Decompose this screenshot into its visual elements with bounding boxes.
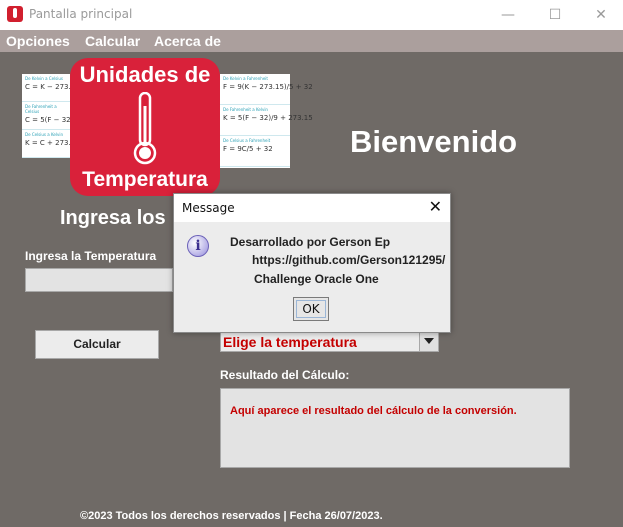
dialog-line-challenge: Challenge Oracle One (254, 272, 379, 286)
result-area: Aquí aparece el resultado del cálculo de… (220, 388, 570, 468)
dialog-body: i Desarrollado por Gerson Ep https://git… (174, 222, 450, 332)
dialog-title: Message (182, 201, 235, 215)
temperature-label: Ingresa la Temperatura (25, 249, 157, 263)
chevron-down-icon[interactable] (419, 331, 438, 351)
result-text: Aquí aparece el resultado del cálculo de… (230, 405, 517, 417)
formula-item: De Kelvin a Celsius C = K − 273.15 (22, 74, 80, 102)
formula-text: C = K − 273.15 (25, 83, 80, 91)
formula-item: De Fahrenheit a Kelvin K = 5(F − 32)/9 + … (220, 105, 313, 136)
app-thermometer-icon (7, 6, 23, 22)
temperature-logo: Unidades de Temperatura (70, 58, 220, 196)
formula-item: De Kelvin a Fahrenheit F = 9(K − 273.15)/… (220, 74, 313, 105)
footer-copyright: ©2023 Todos los derechos reservados | Fe… (80, 510, 383, 522)
temperature-input[interactable] (25, 268, 173, 292)
formula-text: C = 5(F − 32) / 9 (25, 116, 85, 124)
minimize-button[interactable]: — (485, 0, 531, 30)
dialog-line-url: https://github.com/Gerson121295/ (252, 253, 446, 267)
select-value: Elige la temperatura (223, 334, 357, 350)
formula-text: K = 5(F − 32)/9 + 273.15 (223, 114, 313, 122)
menu-calcular[interactable]: Calcular (85, 33, 140, 49)
close-button[interactable]: ✕ (578, 0, 623, 30)
result-label: Resultado del Cálculo: (220, 368, 350, 382)
formula-heading: De Kelvin a Fahrenheit (223, 76, 268, 81)
formula-heading: De Celsius a Kelvin (25, 132, 63, 137)
welcome-heading: Bienvenido (350, 124, 518, 159)
logo-title-bottom: Temperatura (82, 168, 208, 191)
menu-opciones[interactable]: Opciones (6, 33, 70, 49)
formula-item: De Celsius a Kelvin K = C + 273.15 (22, 130, 80, 158)
formula-text: F = 9(K − 273.15)/5 + 32 (223, 83, 313, 91)
formula-text: K = C + 273.15 (25, 139, 80, 147)
formula-heading: De Kelvin a Celsius (25, 76, 63, 81)
formula-item: De Celsius a Fahrenheit F = 9C/5 + 32 (220, 136, 290, 167)
formula-item: De Fahrenheit a Celsius C = 5(F − 32) / 9 (22, 102, 85, 130)
maximize-button[interactable]: ☐ (532, 0, 578, 30)
message-dialog: Message ✕ i Desarrollado por Gerson Ep h… (173, 193, 451, 333)
calculate-button[interactable]: Calcular (35, 330, 159, 359)
temperature-type-select[interactable]: Elige la temperatura (220, 330, 439, 352)
formula-heading: De Fahrenheit a Kelvin (223, 107, 268, 112)
ok-button[interactable]: OK (293, 297, 329, 321)
formula-heading: De Celsius a Fahrenheit (223, 138, 271, 143)
menu-acerca-de[interactable]: Acerca de (154, 33, 221, 49)
formula-card-right: De Kelvin a Fahrenheit F = 9(K − 273.15)/… (220, 74, 313, 168)
dialog-line-author: Desarrollado por Gerson Ep (230, 235, 391, 249)
thermometer-icon (133, 92, 157, 165)
dialog-close-icon[interactable]: ✕ (429, 197, 442, 216)
instructions-heading: Ingresa los (60, 207, 166, 229)
info-icon: i (187, 235, 209, 257)
formula-heading: De Fahrenheit a Celsius (25, 104, 57, 114)
logo-title-top: Unidades de (79, 62, 211, 87)
formula-text: F = 9C/5 + 32 (223, 145, 273, 153)
window-title: Pantalla principal (29, 7, 133, 21)
formula-card-left: De Kelvin a Celsius C = K − 273.15 De Fah… (22, 74, 85, 158)
